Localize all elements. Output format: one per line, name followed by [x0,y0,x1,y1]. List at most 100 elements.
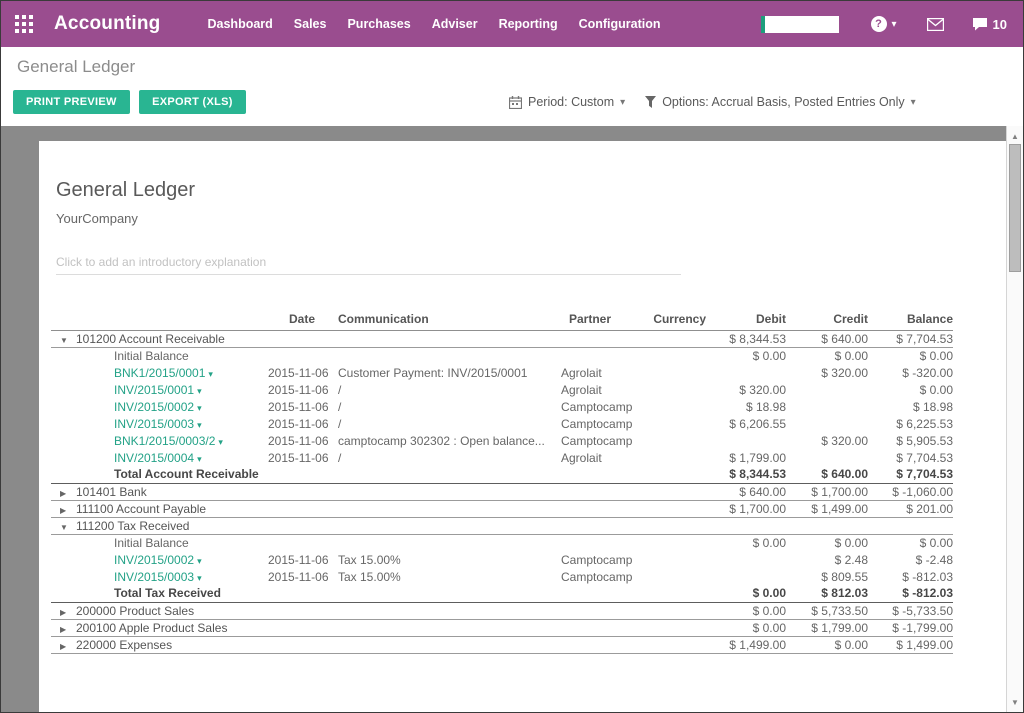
journal-entry-link[interactable]: INV/2015/0004▾ [114,451,202,465]
account-row: ▼101200 Account Receivable$ 8,344.53$ 64… [51,330,953,347]
balance-cell: $ 7,704.53 [868,466,953,483]
currency-cell [646,517,706,534]
scrollbar-thumb[interactable] [1009,144,1021,272]
ledger-table: Date Communication Partner Currency Debi… [51,308,953,654]
page-title: General Ledger [17,57,135,77]
collapse-toggle-icon[interactable]: ▼ [60,336,76,345]
currency-cell [646,483,706,500]
chevron-down-icon[interactable]: ▾ [197,403,202,413]
chevron-down-icon: ▾ [892,19,897,30]
chevron-down-icon[interactable]: ▾ [197,386,202,396]
journal-entry-link[interactable]: INV/2015/0002▾ [114,400,202,414]
debit-cell: $ 0.00 [706,619,786,636]
communication-cell [338,619,556,636]
balance-cell: $ -5,733.50 [868,602,953,619]
total-label: Total Tax Received [114,586,221,600]
label-cell: BNK1/2015/0001▾ [51,364,266,381]
menu-item-configuration[interactable]: Configuration [579,17,661,31]
journal-entry-link[interactable]: BNK1/2015/0003/2▾ [114,434,223,448]
balance-cell: $ 0.00 [868,534,953,551]
partner-cell: Camptocamp [556,568,646,585]
balance-cell: $ 1,499.00 [868,636,953,653]
menu-item-dashboard[interactable]: Dashboard [208,17,273,31]
journal-entry-link[interactable]: INV/2015/0001▾ [114,383,202,397]
intro-placeholder-input[interactable]: Click to add an introductory explanation [56,255,681,275]
partner-cell [556,330,646,347]
chevron-down-icon[interactable]: ▾ [197,454,202,464]
chevron-down-icon[interactable]: ▾ [218,437,223,447]
date-cell [266,517,338,534]
expand-toggle-icon[interactable]: ▶ [60,625,76,634]
partner-cell [556,602,646,619]
period-filter[interactable]: Period: Custom ▾ [509,95,625,109]
journal-entry-link[interactable]: INV/2015/0002▾ [114,553,202,567]
communication-cell: / [338,415,556,432]
expand-toggle-icon[interactable]: ▶ [60,506,76,515]
communication-cell: Tax 15.00% [338,551,556,568]
column-header-communication: Communication [338,308,556,330]
partner-cell: Camptocamp [556,432,646,449]
debit-cell [706,517,786,534]
journal-entry-link[interactable]: BNK1/2015/0001▾ [114,366,213,380]
currency-cell [646,381,706,398]
communication-cell: / [338,449,556,466]
date-cell: 2015-11-06 [266,364,338,381]
debit-cell: $ 1,700.00 [706,500,786,517]
scroll-up-icon[interactable]: ▲ [1007,128,1023,144]
help-menu[interactable]: ? ▾ [871,16,897,32]
journal-entry-link[interactable]: INV/2015/0003▾ [114,570,202,584]
chevron-down-icon[interactable]: ▾ [197,573,202,583]
currency-cell [646,449,706,466]
partner-cell: Agrolait [556,449,646,466]
credit-cell: $ 640.00 [786,466,868,483]
column-header-balance: Balance [868,308,953,330]
label-cell: INV/2015/0003▾ [51,415,266,432]
export-xls-button[interactable]: EXPORT (XLS) [139,90,246,114]
chevron-down-icon[interactable]: ▾ [197,556,202,566]
debit-cell: $ 8,344.53 [706,330,786,347]
action-buttons: PRINT PREVIEW EXPORT (XLS) [13,90,251,114]
date-cell [266,619,338,636]
debit-cell [706,551,786,568]
partner-cell [556,466,646,483]
credit-cell: $ 640.00 [786,330,868,347]
expand-toggle-icon[interactable]: ▶ [60,489,76,498]
currency-cell [646,347,706,364]
menu-item-adviser[interactable]: Adviser [432,17,478,31]
print-preview-button[interactable]: PRINT PREVIEW [13,90,130,114]
date-cell [266,500,338,517]
help-icon[interactable]: ? [871,16,887,32]
user-menu[interactable] [761,16,839,33]
label-cell: Total Account Receivable [51,466,266,483]
expand-toggle-icon[interactable]: ▶ [60,608,76,617]
apps-grid-icon[interactable] [15,15,33,33]
debit-cell [706,568,786,585]
date-cell [266,466,338,483]
currency-cell [646,568,706,585]
account-row: ▶111100 Account Payable$ 1,700.00$ 1,499… [51,500,953,517]
debit-cell: $ 320.00 [706,381,786,398]
options-filter[interactable]: Options: Accrual Basis, Posted Entries O… [645,95,916,109]
debit-cell: $ 18.98 [706,398,786,415]
partner-cell [556,500,646,517]
table-header-row: Date Communication Partner Currency Debi… [51,308,953,330]
chevron-down-icon[interactable]: ▾ [208,369,213,379]
journal-entry-link[interactable]: INV/2015/0003▾ [114,417,202,431]
column-header-date: Date [266,308,338,330]
debit-cell: $ 640.00 [706,483,786,500]
expand-toggle-icon[interactable]: ▶ [60,642,76,651]
app-brand[interactable]: Accounting [54,13,161,35]
discuss-menu[interactable]: 10 [972,17,1007,32]
menu-item-purchases[interactable]: Purchases [347,17,410,31]
chevron-down-icon[interactable]: ▾ [197,420,202,430]
menu-item-reporting[interactable]: Reporting [499,17,558,31]
partner-cell [556,534,646,551]
menu-item-sales[interactable]: Sales [294,17,327,31]
currency-cell [646,415,706,432]
messages-icon[interactable] [927,18,944,31]
balance-cell: $ -320.00 [868,364,953,381]
collapse-toggle-icon[interactable]: ▼ [60,523,76,532]
vertical-scrollbar[interactable]: ▲ ▼ [1006,126,1023,712]
scroll-down-icon[interactable]: ▼ [1007,694,1023,710]
currency-cell [646,500,706,517]
